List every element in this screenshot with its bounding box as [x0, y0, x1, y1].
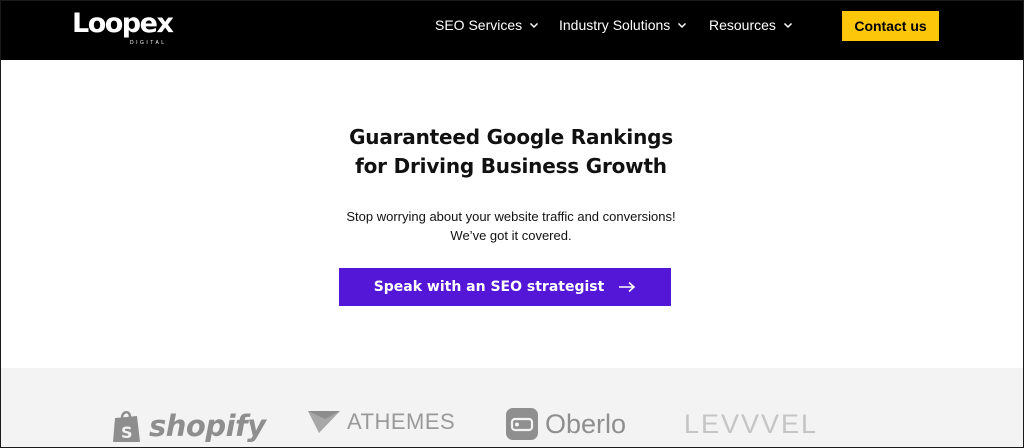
nav-resources[interactable]: Resources [709, 17, 793, 33]
logo-text: Loopex [72, 8, 174, 39]
nav-label: SEO Services [435, 17, 523, 33]
nav-seo-services[interactable]: SEO Services [435, 17, 539, 33]
hero-subtitle-line1: Stop worrying about your website traffic… [346, 209, 676, 224]
nav-label: Resources [709, 17, 776, 33]
athemes-wordmark: ATHEMES [347, 409, 456, 434]
svg-text:S: S [121, 423, 133, 442]
levvvel-wordmark: LEVVVEL [684, 409, 819, 439]
client-logos-strip: S shopify ATHEMES Oberlo LEVVVEL [1, 368, 1023, 447]
shopify-logo: S shopify [111, 408, 266, 444]
athemes-logo: ATHEMES [307, 409, 455, 435]
hero-title: Guaranteed Google Rankings for Driving B… [251, 123, 771, 181]
hero-subtitle: Stop worrying about your website traffic… [251, 207, 771, 245]
nav-industry-solutions[interactable]: Industry Solutions [559, 17, 687, 33]
loopex-logo[interactable]: Loopex DIGITAL [72, 8, 182, 48]
page: Loopex DIGITAL SEO Services Industry Sol… [1, 1, 1023, 447]
arrow-right-icon [619, 281, 636, 293]
logo-subtext: DIGITAL [130, 40, 167, 46]
nav-label: Industry Solutions [559, 17, 671, 33]
shopify-wordmark: shopify [149, 409, 266, 443]
shopify-bag-icon: S [113, 411, 140, 442]
oberlo-wordmark: Oberlo [545, 408, 627, 439]
levvvel-logo: LEVVVEL [684, 409, 818, 440]
cta-label: Speak with an SEO strategist [373, 279, 605, 295]
speak-with-strategist-button[interactable]: Speak with an SEO strategist [339, 268, 671, 306]
chevron-down-icon [530, 22, 539, 29]
oberlo-icon [506, 408, 538, 440]
hero-title-line1: Guaranteed Google Rankings [349, 125, 673, 149]
hero-subtitle-line2: We’ve got it covered. [450, 228, 572, 243]
chevron-down-icon [783, 22, 792, 29]
athemes-icon [308, 411, 340, 433]
site-header: Loopex DIGITAL SEO Services Industry Sol… [1, 1, 1023, 60]
oberlo-logo: Oberlo [505, 407, 626, 441]
hero-title-line2: for Driving Business Growth [355, 154, 667, 178]
chevron-down-icon [678, 22, 687, 29]
contact-us-button[interactable]: Contact us [842, 11, 939, 41]
